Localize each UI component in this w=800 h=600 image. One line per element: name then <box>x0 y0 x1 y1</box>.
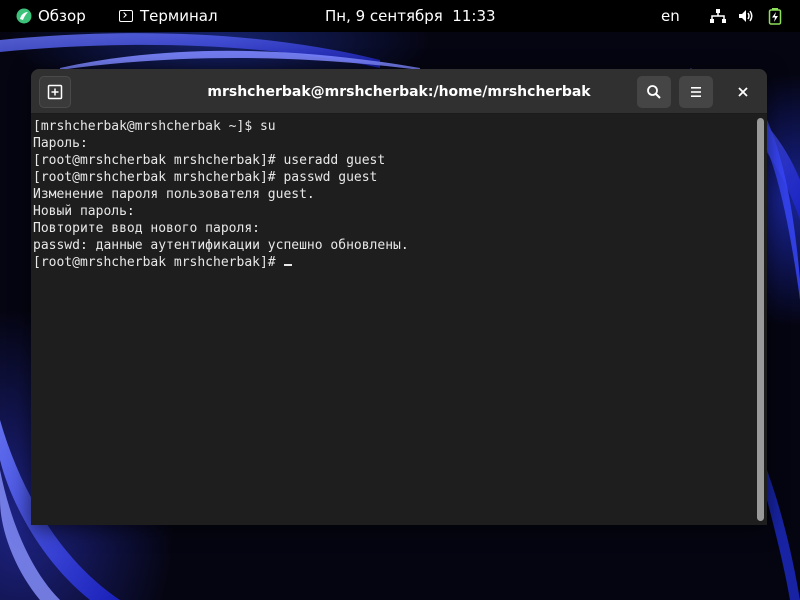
window-headerbar[interactable] <box>31 69 767 114</box>
new-tab-button[interactable] <box>39 76 71 108</box>
terminal-line: Изменение пароля пользователя guest. <box>33 186 753 203</box>
terminal-line: [root@mrshcherbak mrshcherbak]# <box>33 254 753 271</box>
terminal-scrollbar[interactable] <box>753 114 767 525</box>
terminal-line-text: Изменение пароля пользователя guest. <box>33 187 315 202</box>
terminal-line-text: Новый пароль: <box>33 204 135 219</box>
close-icon <box>738 87 748 97</box>
terminal-line-text: passwd: данные аутентификации успешно об… <box>33 238 409 253</box>
search-button[interactable] <box>637 76 671 108</box>
terminal-line-text: [root@mrshcherbak mrshcherbak]# <box>33 255 284 270</box>
terminal-line: passwd: данные аутентификации успешно об… <box>33 237 753 254</box>
top-bar: Обзор Терминал Пн, 9 сентября 11:33 en <box>0 0 800 32</box>
new-tab-icon <box>47 84 63 100</box>
activities-button[interactable]: Обзор <box>16 0 86 32</box>
app-menu-label: Терминал <box>140 7 218 25</box>
terminal-app-icon <box>119 10 133 22</box>
clock-button[interactable]: Пн, 9 сентября 11:33 <box>325 0 496 32</box>
keyboard-layout-button[interactable]: en <box>661 0 680 32</box>
terminal-line-text: [root@mrshcherbak mrshcherbak]# useradd … <box>33 153 386 168</box>
terminal-window: mrshcherbak@mrshcherbak:/home/mrshcherba… <box>31 69 767 525</box>
terminal-line: Пароль: <box>33 135 753 152</box>
volume-status[interactable] <box>737 0 755 32</box>
terminal-line: Повторите ввод нового пароля: <box>33 220 753 237</box>
terminal-line-text: [root@mrshcherbak mrshcherbak]# passwd g… <box>33 170 378 185</box>
activities-label: Обзор <box>38 7 86 25</box>
volume-icon <box>739 10 753 22</box>
battery-icon <box>768 8 782 25</box>
terminal-line-text: [mrshcherbak@mrshcherbak ~]$ su <box>33 119 276 134</box>
network-status[interactable] <box>709 0 727 32</box>
terminal-line-text: Повторите ввод нового пароля: <box>33 221 260 236</box>
clock-label: Пн, 9 сентября 11:33 <box>325 7 496 25</box>
terminal-line: [root@mrshcherbak mrshcherbak]# useradd … <box>33 152 753 169</box>
distro-logo-icon <box>16 8 32 24</box>
terminal-line: Новый пароль: <box>33 203 753 220</box>
terminal-line: [mrshcherbak@mrshcherbak ~]$ su <box>33 118 753 135</box>
main-menu-button[interactable] <box>679 76 713 108</box>
search-icon <box>647 85 661 99</box>
close-window-button[interactable] <box>728 76 758 108</box>
keyboard-layout-label: en <box>661 7 680 25</box>
network-icon <box>710 9 726 23</box>
scrollbar-thumb[interactable] <box>757 118 764 521</box>
terminal-output[interactable]: [mrshcherbak@mrshcherbak ~]$ su Пароль: [r… <box>31 114 753 525</box>
hamburger-menu-icon <box>691 87 701 97</box>
battery-status[interactable] <box>766 0 784 32</box>
terminal-line-text: Пароль: <box>33 136 88 151</box>
app-menu-button[interactable]: Терминал <box>119 0 218 32</box>
terminal-cursor <box>284 264 293 266</box>
terminal-line: [root@mrshcherbak mrshcherbak]# passwd g… <box>33 169 753 186</box>
